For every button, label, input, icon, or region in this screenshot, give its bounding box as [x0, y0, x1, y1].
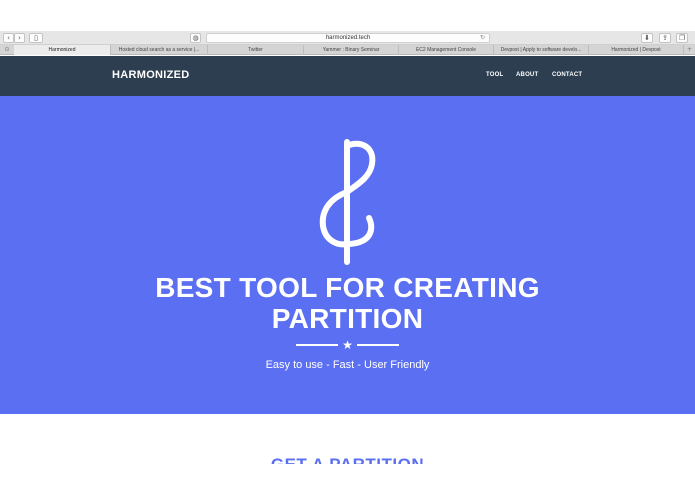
browser-toolbar: ‹ › ▯ ◍ harmonized.tech ↻ ⬇ ⇪ ❐	[0, 31, 695, 45]
hero-title-line-1: BEST TOOL FOR CREATING	[155, 272, 540, 303]
hero-divider: ★	[296, 338, 399, 352]
page-fold	[0, 464, 695, 494]
tabs-overview-button[interactable]: ❐	[676, 33, 688, 43]
browser-tab-twitter[interactable]: Twitter	[208, 45, 304, 55]
browser-tab-harmonized[interactable]: Harmonized	[14, 45, 111, 55]
browser-tab-devpost-apply[interactable]: Devpost | Apply to software develo...	[494, 45, 589, 55]
browser-tab-hosted-cloud-search[interactable]: Hosted cloud search as a service |...	[111, 45, 208, 55]
partition-logo-icon	[319, 139, 376, 265]
site-brand[interactable]: HARMONIZED	[112, 69, 190, 81]
sidebar-icon: ▯	[34, 34, 38, 42]
divider-line-right	[357, 344, 399, 346]
browser-tab-yammer[interactable]: Yammer : Binary Seminar	[304, 45, 399, 55]
hero-title-line-2: PARTITION	[271, 303, 424, 334]
forward-button[interactable]: ›	[14, 33, 25, 43]
chevron-left-icon: ‹	[7, 34, 10, 42]
new-tab-button[interactable]: +	[684, 45, 695, 55]
nav-link-tool[interactable]: TOOL	[486, 72, 503, 78]
reload-icon[interactable]: ↻	[480, 34, 485, 42]
downloads-button[interactable]: ⬇	[641, 33, 653, 43]
back-button[interactable]: ‹	[3, 33, 14, 43]
browser-tab-ec2[interactable]: EC2 Management Console	[399, 45, 494, 55]
privacy-button[interactable]: ◍	[190, 33, 201, 43]
window-margin	[0, 0, 695, 31]
nav-link-about[interactable]: ABOUT	[516, 72, 538, 78]
site-navbar: HARMONIZED TOOL ABOUT CONTACT	[0, 56, 695, 96]
download-icon: ⬇	[644, 34, 650, 42]
chevron-right-icon: ›	[18, 34, 21, 42]
share-icon: ⇪	[662, 34, 668, 42]
browser-tab-harmonized-devpost[interactable]: Harmonized | Devpost	[589, 45, 684, 55]
hero-section: BEST TOOL FOR CREATING PARTITION ★ Easy …	[0, 96, 695, 414]
divider-line-left	[296, 344, 338, 346]
tabs-icon: ❐	[678, 34, 686, 42]
sidebar-button[interactable]: ▯	[29, 33, 43, 43]
hero-subtitle: Easy to use - Fast - User Friendly	[265, 359, 430, 371]
shield-icon: ◍	[192, 34, 199, 42]
pin-tab-icon[interactable]: ⊙	[0, 45, 14, 55]
partition-section: GET A PARTITION	[0, 414, 695, 494]
star-icon: ★	[342, 338, 353, 352]
browser-tab-bar: ⊙ Harmonized Hosted cloud search as a se…	[0, 45, 695, 55]
share-button[interactable]: ⇪	[659, 33, 671, 43]
url-text: harmonized.tech	[325, 35, 371, 41]
address-bar[interactable]: harmonized.tech ↻	[206, 33, 490, 43]
nav-link-contact[interactable]: CONTACT	[552, 72, 582, 78]
